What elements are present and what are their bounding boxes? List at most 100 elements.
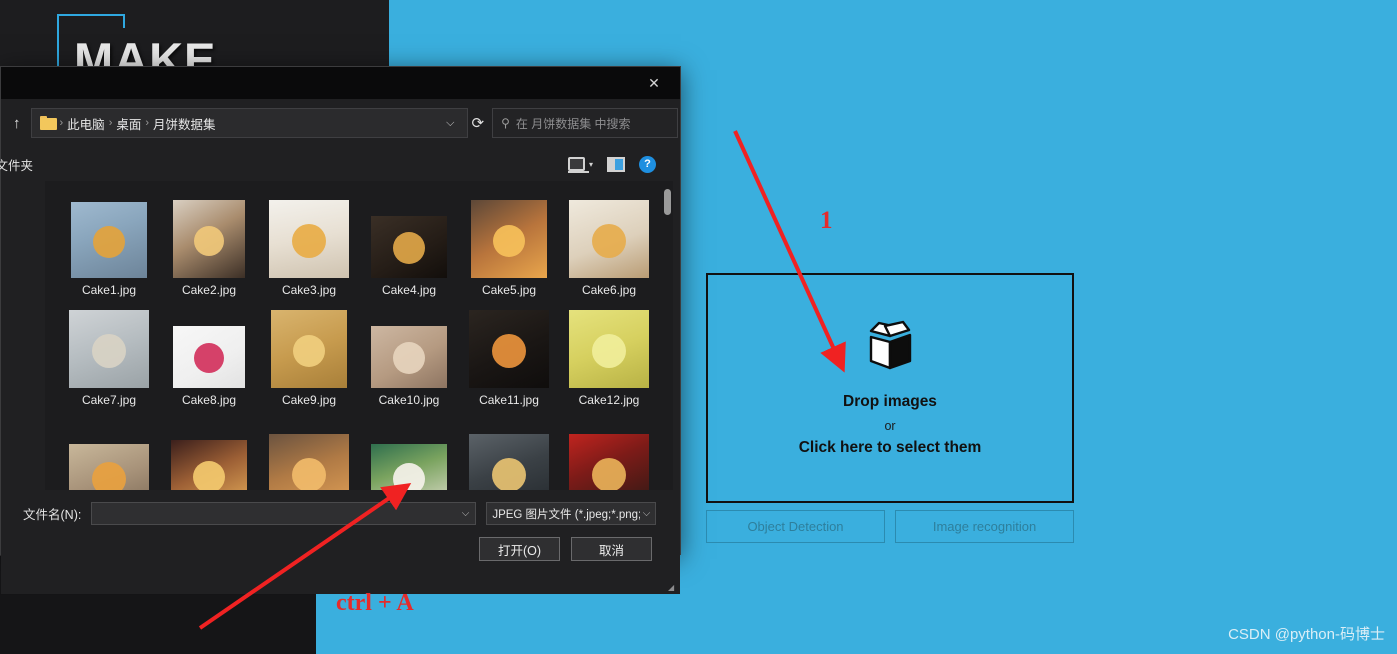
image-recognition-button[interactable]: Image recognition (895, 510, 1074, 543)
file-thumbnail (269, 434, 349, 490)
search-placeholder: 在 月饼数据集 中搜索 (515, 116, 631, 131)
annotation-shortcut: ctrl + A (336, 590, 414, 616)
file-item[interactable]: Cake10.jpg (359, 297, 459, 407)
file-name-label: Cake2.jpg (181, 283, 237, 297)
breadcrumb-item-1[interactable]: 桌面 (113, 112, 144, 135)
file-item[interactable]: Cake9.jpg (259, 297, 359, 407)
filename-input[interactable]: ⌵ (91, 502, 477, 525)
file-thumbnail (371, 216, 447, 278)
filename-label: 文件名(N): (23, 508, 82, 522)
new-folder-button[interactable]: 建文件夹 (0, 155, 33, 174)
address-bar[interactable]: › 此电脑 › 桌面 › 月饼数据集 ⌵ (30, 108, 468, 138)
file-name-label: Cake12.jpg (578, 393, 640, 407)
filetype-select[interactable]: JPEG 图片文件 (*.jpeg;*.png;*. ⌵ (486, 502, 657, 525)
file-thumbnail (469, 434, 549, 490)
search-input[interactable]: ⚲ 在 月饼数据集 中搜索 (492, 108, 679, 138)
image-dropzone[interactable]: Drop images or Click here to select them (706, 273, 1074, 503)
file-item[interactable]: Cake8.jpg (159, 297, 259, 407)
file-open-dialog: ✕ ↑ › 此电脑 › 桌面 › 月饼数据集 ⌵ ⟳ ⚲ 在 月饼数据集 中搜索 (0, 66, 681, 594)
object-detection-button[interactable]: Object Detection (706, 510, 885, 543)
file-item[interactable]: Cake12.jpg (559, 297, 659, 407)
cancel-button[interactable]: 取消 (571, 537, 652, 561)
chevron-down-icon: ▾ (588, 159, 593, 169)
app-header-dark: ALPHA MAKE (0, 0, 389, 86)
file-name-label: Cake6.jpg (581, 283, 637, 297)
open-box-icon (857, 319, 923, 377)
chevron-down-icon[interactable]: ⌵ (462, 508, 470, 519)
navigate-up-icon[interactable]: ↑ (13, 109, 21, 137)
file-name-label: Cake5.jpg (481, 283, 537, 297)
chevron-down-icon[interactable]: ⌵ (438, 117, 462, 130)
dropzone-main-text: Drop images (843, 393, 937, 410)
file-item[interactable]: Cake6.jpg (559, 187, 659, 297)
file-name-label: Cake10.jpg (378, 393, 440, 407)
file-thumbnail (569, 200, 649, 278)
breadcrumb-item-2[interactable]: 月饼数据集 (150, 112, 219, 135)
file-thumbnail-grid: Cake1.jpg Cake2.jpg Cake3.jpg Cake4.jpg Cake… (45, 181, 673, 490)
file-item[interactable] (559, 407, 659, 490)
help-icon[interactable]: ? (639, 155, 656, 173)
file-name-label: Cake3.jpg (281, 283, 337, 297)
file-item[interactable] (59, 407, 159, 490)
resize-grip[interactable]: ◢ (668, 583, 676, 592)
file-thumbnail (371, 326, 447, 388)
file-item[interactable] (459, 407, 559, 490)
dialog-toolbar: 建文件夹 ▾ ? (0, 147, 680, 181)
file-thumbnail (569, 310, 649, 388)
file-name-label: Cake9.jpg (281, 393, 337, 407)
file-thumbnail (173, 326, 245, 388)
file-thumbnail (569, 434, 649, 490)
file-thumbnail (271, 310, 347, 388)
file-list-scrollbar[interactable] (664, 189, 671, 215)
file-item[interactable]: Cake11.jpg (459, 297, 559, 407)
dialog-button-row: 打开(O) 取消 (23, 537, 666, 561)
file-item[interactable] (259, 407, 359, 490)
file-thumbnail (171, 440, 247, 490)
toolbar-right-group: ▾ ? (567, 155, 672, 173)
preview-pane-icon[interactable] (607, 156, 625, 172)
screen-root: ALPHA MAKE s-SSD ✕ ↑ › 此电脑 (0, 0, 1397, 654)
file-name-label: Cake7.jpg (81, 393, 137, 407)
folder-icon (39, 116, 57, 130)
file-item[interactable] (359, 407, 459, 490)
file-item[interactable]: Cake3.jpg (259, 187, 359, 297)
file-thumbnail (69, 310, 149, 388)
close-icon[interactable]: ✕ (632, 67, 676, 99)
dialog-footer: 文件名(N): ⌵ JPEG 图片文件 (*.jpeg;*.png;*. ⌵ 打… (1, 490, 680, 594)
chevron-down-icon: ⌵ (642, 508, 651, 519)
file-thumbnail (71, 202, 147, 278)
file-item[interactable]: Cake4.jpg (359, 187, 459, 297)
view-mode-icon[interactable]: ▾ (567, 157, 593, 173)
logo-bracket-right (123, 14, 125, 28)
file-item[interactable]: Cake2.jpg (159, 187, 259, 297)
dropzone-select-text: Click here to select them (798, 439, 982, 456)
file-list-area: Cake1.jpg Cake2.jpg Cake3.jpg Cake4.jpg Cake… (45, 181, 673, 490)
file-name-label: Cake1.jpg (81, 283, 137, 297)
action-button-row: Object Detection Image recognition (706, 510, 1074, 543)
refresh-icon[interactable]: ⟳ (472, 110, 485, 136)
breadcrumb-item-0[interactable]: 此电脑 (64, 112, 108, 135)
search-icon: ⚲ (501, 116, 510, 130)
file-item[interactable]: Cake1.jpg (59, 187, 159, 297)
dropzone-content: Drop images or Click here to select them (708, 275, 1072, 501)
dialog-navigation-bar: ↑ › 此电脑 › 桌面 › 月饼数据集 ⌵ ⟳ ⚲ 在 月饼数据集 中搜索 (1, 99, 680, 147)
file-thumbnail (471, 200, 547, 278)
filetype-value: JPEG 图片文件 (*.jpeg;*.png;*. (492, 508, 640, 521)
file-name-label: Cake4.jpg (381, 283, 437, 297)
file-thumbnail (469, 310, 549, 388)
file-name-label: Cake11.jpg (479, 393, 539, 407)
app-logo: ALPHA MAKE (57, 14, 215, 86)
file-name-label: Cake8.jpg (181, 393, 237, 407)
watermark: CSDN @python-码博士 (1228, 626, 1385, 643)
open-button[interactable]: 打开(O) (479, 537, 560, 561)
file-thumbnail (69, 444, 149, 490)
file-thumbnail (173, 200, 245, 278)
dialog-titlebar: ✕ (1, 67, 680, 99)
file-item[interactable]: Cake5.jpg (459, 187, 559, 297)
file-thumbnail (269, 200, 349, 278)
filename-row: 文件名(N): ⌵ JPEG 图片文件 (*.jpeg;*.png;*. ⌵ (23, 502, 666, 525)
file-thumbnail (371, 444, 447, 490)
file-item[interactable] (159, 407, 259, 490)
dropzone-or-text: or (884, 419, 896, 433)
file-item[interactable]: Cake7.jpg (59, 297, 159, 407)
